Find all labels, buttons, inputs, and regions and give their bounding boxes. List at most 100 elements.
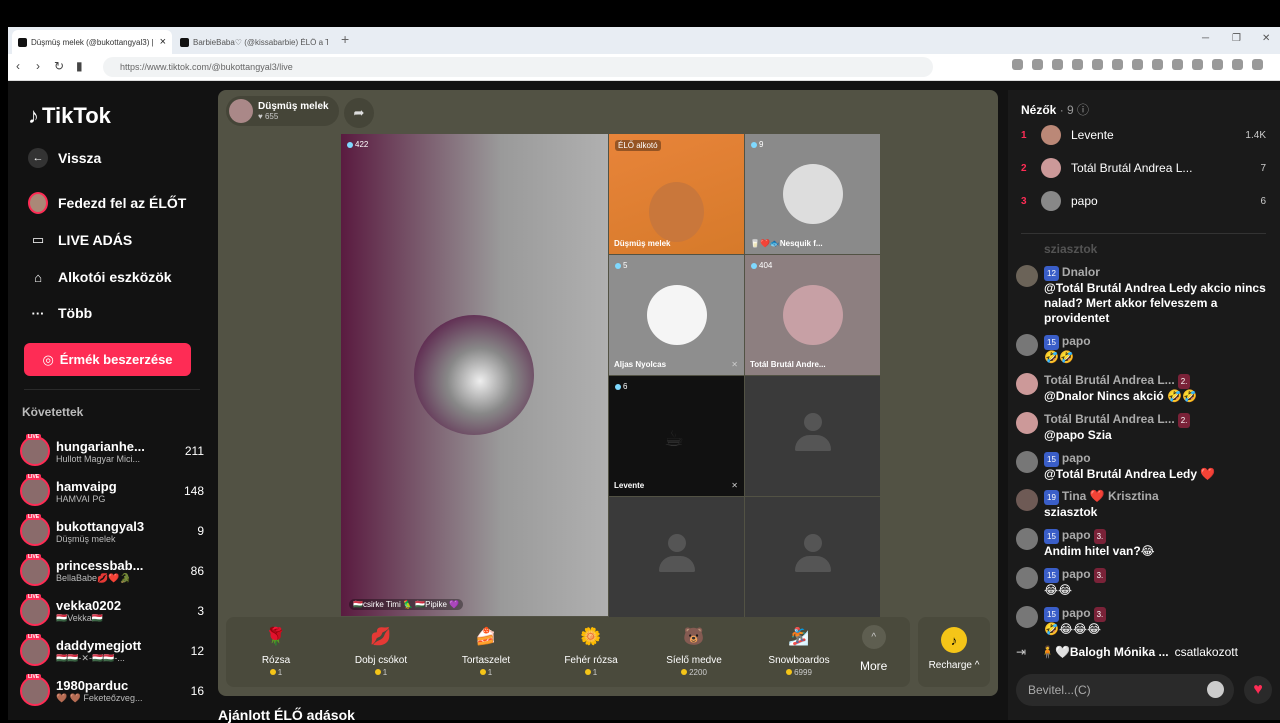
chat-user[interactable]: Totál Brutál Andrea L... — [1044, 412, 1175, 426]
extension-icon[interactable] — [1132, 59, 1143, 70]
avatar[interactable] — [1016, 489, 1038, 511]
guest-cell[interactable]: 5 Aljas Nyolcas ✕ — [609, 255, 744, 375]
following-item[interactable]: LIVE 1980parduc 🤎 🤎 Feketeőzveg... 16 — [20, 673, 204, 709]
chat-text: sziasztok — [1044, 242, 1098, 256]
gift-item[interactable]: 🐻 Síelő medve 2200 — [644, 623, 744, 677]
extension-icon[interactable] — [1012, 59, 1023, 70]
browser-tab-active[interactable]: Düşmüş melek (@bukottangyal3) | TikTok × — [12, 30, 172, 54]
viewer-badge: 9 — [751, 140, 763, 149]
nav-explore-live[interactable]: Fedezd fel az ÉLŐT — [28, 192, 186, 214]
info-icon[interactable]: ⓘ — [1077, 103, 1089, 117]
emoji-icon[interactable] — [1207, 681, 1224, 698]
chat-input[interactable]: Bevitel...(C) — [1016, 674, 1234, 706]
tab-title: BarbieBaba♡ (@kissabarbie) ÉLŐ a TikTok-… — [193, 37, 328, 47]
chat-user[interactable]: papo — [1062, 567, 1091, 581]
more-gifts-button[interactable]: ^ More — [860, 625, 887, 673]
get-coins-button[interactable]: ◎ Érmék beszerzése — [24, 343, 191, 376]
extension-icon[interactable] — [1092, 59, 1103, 70]
following-item[interactable]: LIVE princessbab... BellaBabe💋❤️🐊 86 — [20, 553, 204, 589]
viewers-title: Nézők — [1021, 103, 1057, 117]
host-avatar — [229, 99, 253, 123]
guest-cell[interactable]: 9 🥛❤️🐟Nesquik f... — [745, 134, 880, 254]
chat-user[interactable]: papo — [1062, 606, 1091, 620]
extension-icon[interactable] — [1192, 59, 1203, 70]
chat-user[interactable]: papo — [1062, 334, 1091, 348]
extension-icon[interactable] — [1172, 59, 1183, 70]
browser-tab[interactable]: BarbieBaba♡ (@kissabarbie) ÉLŐ a TikTok-… — [174, 30, 334, 54]
chat-user[interactable]: Totál Brutál Andrea L... — [1044, 373, 1175, 387]
avatar[interactable] — [1016, 412, 1038, 434]
avatar[interactable] — [1016, 451, 1038, 473]
extension-icon[interactable] — [1052, 59, 1063, 70]
top-viewer-row[interactable]: 2 Totál Brutál Andrea L... 7 — [1021, 157, 1266, 179]
eye-icon — [615, 383, 621, 390]
extension-icon[interactable] — [1252, 59, 1263, 70]
chat-text: 🤣😂😂😂 — [1044, 622, 1102, 636]
extension-icon[interactable] — [1112, 59, 1123, 70]
avatar: LIVE — [20, 594, 50, 626]
gift-item[interactable]: 🌼 Fehér rózsa 1 — [541, 623, 641, 677]
guest-cell[interactable]: ÉLŐ alkotó Düşmüş melek — [609, 134, 744, 254]
bookmark-icon[interactable]: ▮ — [76, 59, 83, 73]
nav-more[interactable]: ··· Több — [28, 303, 93, 323]
following-item[interactable]: LIVE hamvaipg HAMVAI PG 148 — [20, 473, 204, 509]
avatar[interactable] — [1016, 567, 1038, 589]
gift-item[interactable]: 🍰 Tortaszelet 1 — [436, 623, 536, 677]
chat-message: Totál Brutál Andrea L... 2. @papo Szia — [1016, 412, 1266, 443]
back-link[interactable]: ← Vissza — [28, 148, 101, 168]
gift-price: 1 — [541, 668, 641, 677]
nav-go-live[interactable]: ▭ LIVE ADÁS — [28, 230, 132, 250]
viewers-heading[interactable]: Nézők · 9 ⓘ — [1021, 101, 1089, 118]
main-video[interactable]: 422 🇭🇺csirke Timi 🦜 🇭🇺Pipike 💜 — [341, 134, 608, 616]
gift-item[interactable]: 🌹 Rózsa 1 — [226, 623, 326, 677]
joined-user[interactable]: 🧍🤍Balogh Mónika ... — [1040, 645, 1169, 659]
reload-icon[interactable]: ↻ — [54, 59, 64, 73]
recharge-button[interactable]: ♪ Recharge ^ — [918, 617, 990, 687]
extension-icon[interactable] — [1032, 59, 1043, 70]
gift-item[interactable]: 🏂 Snowboardos 6999 — [749, 623, 849, 677]
new-tab-icon[interactable]: + — [341, 31, 349, 47]
following-item[interactable]: LIVE vekka0202 🇭🇺Vekka🇭🇺 3 — [20, 593, 204, 629]
empty-seat[interactable] — [745, 497, 880, 617]
minimize-icon[interactable]: ─ — [1202, 33, 1209, 44]
avatar[interactable] — [1016, 334, 1038, 356]
tiktok-logo[interactable]: ♪ TikTok — [28, 103, 111, 129]
share-icon[interactable]: ➦ — [344, 98, 374, 128]
chat-user[interactable]: papo — [1062, 451, 1091, 465]
gift-item[interactable]: 💋 Dobj csókot 1 — [331, 623, 431, 677]
chat-text: @Dnalor Nincs akció 🤣🤣 — [1044, 389, 1197, 403]
guest-cell[interactable]: 6 ☕ Levente ✕ — [609, 376, 744, 496]
following-item[interactable]: LIVE bukottangyal3 Düşmüş melek 9 — [20, 513, 204, 549]
nav-creator-tools[interactable]: ⌂ Alkotói eszközök — [28, 267, 172, 287]
url-field[interactable]: https://www.tiktok.com/@bukottangyal3/li… — [103, 57, 933, 77]
ellipsis-icon: ··· — [31, 305, 45, 321]
empty-seat[interactable] — [745, 376, 880, 496]
avatar[interactable] — [1016, 528, 1038, 550]
forward-icon[interactable]: › — [36, 59, 40, 73]
extension-icon[interactable] — [1212, 59, 1223, 70]
extension-icon[interactable] — [1232, 59, 1243, 70]
avatar[interactable] — [1016, 606, 1038, 628]
top-viewer-row[interactable]: 1 Levente 1.4K — [1021, 124, 1266, 146]
avatar[interactable] — [1016, 265, 1038, 287]
extension-icon[interactable] — [1152, 59, 1163, 70]
chat-text: @Totál Brutál Andrea Ledy akcio nincs na… — [1044, 281, 1266, 325]
host-info[interactable]: Düşmüş melek ♥ 655 — [226, 96, 339, 126]
chat-message: 15 papo 3. 🤣😂😂😂 — [1016, 606, 1266, 637]
following-item[interactable]: LIVE hungarianhe... Hullott Magyar Mici..… — [20, 433, 204, 469]
like-heart-icon[interactable]: ♥ — [1244, 676, 1272, 704]
close-window-icon[interactable]: ✕ — [1262, 33, 1270, 44]
top-viewer-row[interactable]: 3 papo 6 — [1021, 190, 1266, 212]
guest-cell[interactable]: 404 Totál Brutál Andre... — [745, 255, 880, 375]
close-tab-icon[interactable]: × — [160, 36, 166, 48]
chat-user[interactable]: Tina ❤️ Krisztina — [1062, 489, 1159, 503]
chat-user[interactable]: Dnalor — [1062, 265, 1100, 279]
following-item[interactable]: LIVE daddymegjott 🇭🇺🇭🇺-✕-🇭🇺🇭🇺-... 12 — [20, 633, 204, 669]
chat-user[interactable]: papo — [1062, 528, 1091, 542]
empty-seat[interactable] — [609, 497, 744, 617]
back-icon[interactable]: ‹ — [16, 59, 20, 73]
avatar[interactable] — [1016, 373, 1038, 395]
extension-icon[interactable] — [1072, 59, 1083, 70]
maximize-icon[interactable]: ❐ — [1232, 33, 1241, 44]
viewer-badge: 422 — [347, 140, 368, 149]
